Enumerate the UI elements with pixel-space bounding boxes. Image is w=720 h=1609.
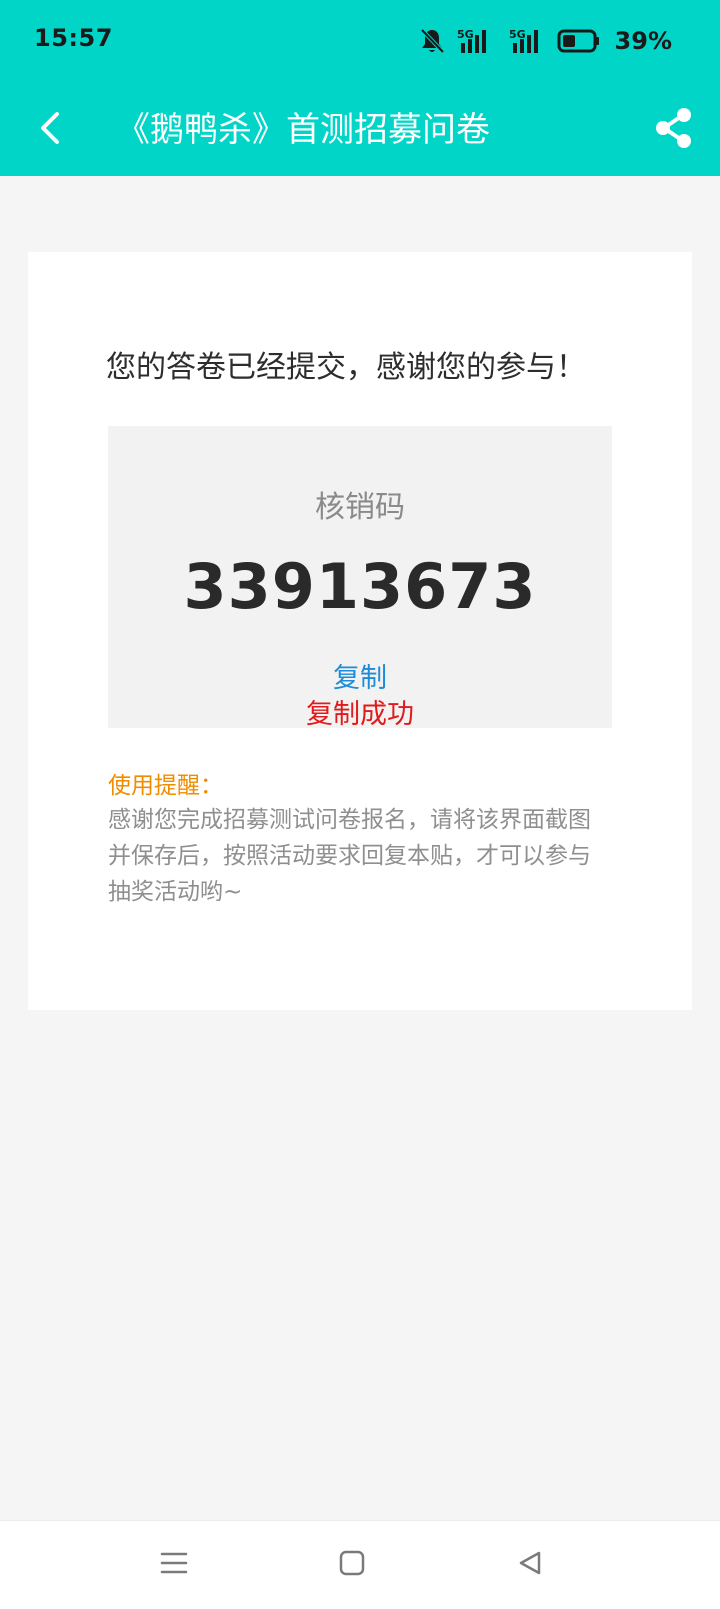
signal-5g-icon: 5G (457, 27, 493, 55)
menu-button[interactable] (152, 1543, 196, 1587)
back-button[interactable] (24, 104, 76, 156)
code-label: 核销码 (315, 490, 405, 525)
status-bar: 15:57 5G 5G 39% (0, 0, 720, 84)
home-button[interactable] (330, 1543, 374, 1587)
bell-off-icon (419, 27, 445, 55)
copy-button[interactable]: 复制 (108, 656, 612, 695)
share-icon (654, 107, 694, 153)
page-title: 《鹅鸭杀》首测招募问卷 (116, 110, 490, 150)
home-icon (338, 1549, 366, 1581)
redeem-code: 33913673 (183, 550, 537, 623)
code-box: 核销码 33913673 复制 复制成功 (108, 426, 612, 730)
battery-icon (557, 28, 601, 54)
menu-icon (160, 1550, 188, 1580)
result-card: 您的答卷已经提交，感谢您的参与！ 核销码 33913673 复制 复制成功 使用… (28, 252, 692, 1010)
app-bar: 《鹅鸭杀》首测招募问卷 (0, 84, 720, 176)
system-nav-bar (0, 1520, 720, 1609)
status-icons: 5G 5G 39% (419, 24, 672, 58)
status-time: 15:57 (34, 24, 113, 52)
submit-message: 您的答卷已经提交，感谢您的参与！ (106, 350, 586, 385)
battery-percent: 39% (614, 27, 672, 55)
back-triangle-icon (516, 1549, 544, 1581)
signal-5g-icon: 5G (505, 27, 545, 55)
copy-success-text: 复制成功 (306, 699, 414, 730)
back-nav-button[interactable] (508, 1543, 552, 1587)
reminder-text: 感谢您完成招募测试问卷报名，请将该界面截图并保存后，按照活动要求回复本贴，才可以… (108, 807, 591, 905)
reminder-title: 使用提醒： (108, 773, 223, 799)
chevron-left-icon (35, 110, 65, 150)
share-button[interactable] (646, 102, 702, 158)
